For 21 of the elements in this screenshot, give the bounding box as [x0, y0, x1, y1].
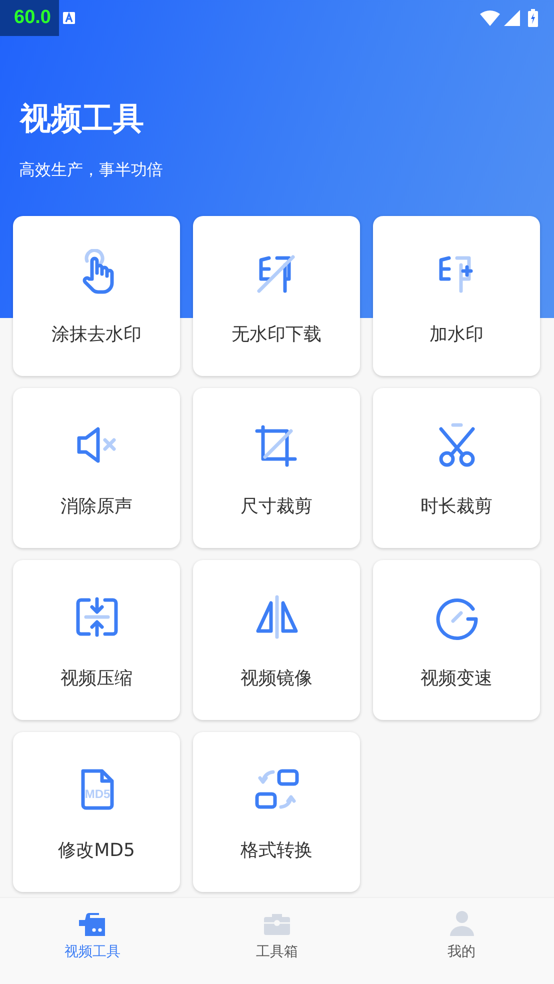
signal-icon [504, 10, 520, 26]
tool-card[interactable]: 格式转换 [193, 732, 360, 892]
page-subtitle: 高效生产，事半功倍 [19, 160, 164, 181]
page-title: 视频工具 [20, 100, 145, 139]
tool-card[interactable]: 加水印 [373, 216, 540, 376]
tool-card[interactable]: 无水印下载 [193, 216, 360, 376]
tool-card[interactable]: 尺寸裁剪 [193, 388, 360, 548]
nav-tab[interactable]: 视频工具 [0, 898, 185, 984]
tool-card[interactable]: 消除原声 [13, 388, 180, 548]
tool-card[interactable]: MD5 修改MD5 [13, 732, 180, 892]
fps-counter: 60.0 [0, 0, 59, 36]
battery-icon [528, 9, 538, 27]
tool-card[interactable]: 视频压缩 [13, 560, 180, 720]
nav-tab[interactable]: 工具箱 [184, 898, 370, 984]
notification-icon [62, 12, 75, 24]
tool-card[interactable]: 时长裁剪 [373, 388, 540, 548]
tool-card[interactable]: 视频变速 [373, 560, 540, 720]
wifi-icon [480, 10, 500, 26]
tool-card[interactable]: 涂抹去水印 [13, 216, 180, 376]
nav-tab[interactable]: 我的 [369, 898, 554, 984]
tool-card[interactable]: 视频镜像 [193, 560, 360, 720]
